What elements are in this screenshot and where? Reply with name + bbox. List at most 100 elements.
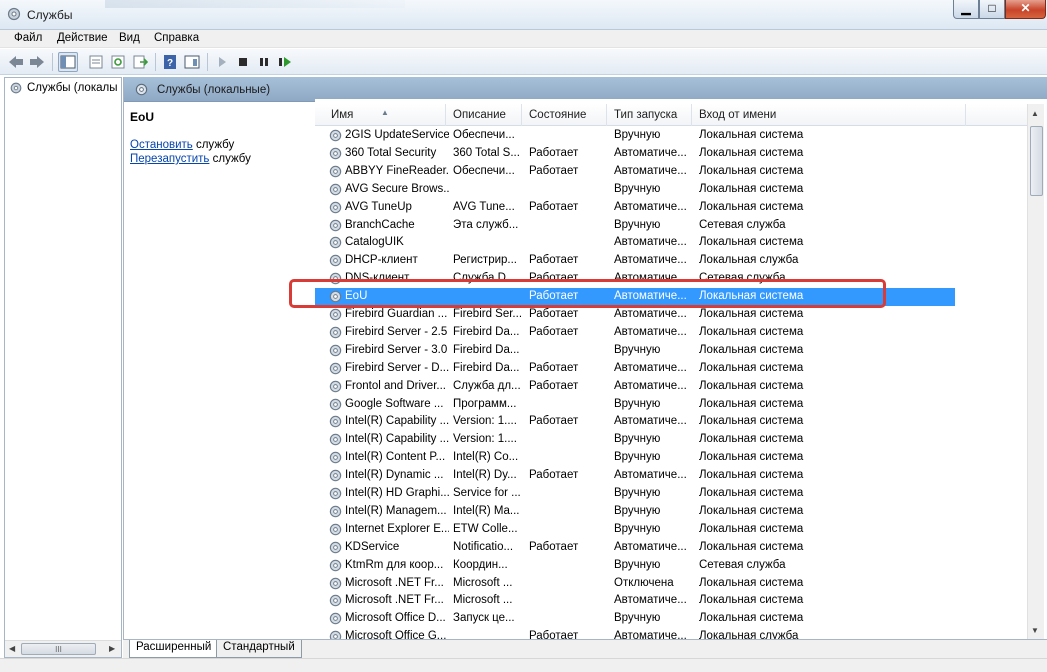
table-row[interactable]: Microsoft .NET Fr... Microsoft ... Отключе… bbox=[315, 575, 1027, 593]
service-description-cell: Intel(R) Dy... bbox=[453, 469, 517, 482]
table-row[interactable]: Firebird Server - 3.0 Firebird Da... Вручн… bbox=[315, 342, 1027, 360]
table-row[interactable]: Intel(R) Capability ... Version: 1.... Вру… bbox=[315, 431, 1027, 449]
table-row[interactable]: AVG Secure Brows... Вручную Локальная сист… bbox=[315, 181, 1027, 199]
service-gear-icon bbox=[328, 629, 343, 639]
service-startup-cell: Вручную bbox=[614, 504, 661, 517]
service-startup-cell: Автоматиче... bbox=[614, 540, 687, 553]
title-ghost-strip bbox=[105, 0, 405, 8]
tab-extended[interactable]: Расширенный bbox=[129, 640, 219, 658]
table-row-selected[interactable]: EoU Работает Автоматиче... Локальная систем… bbox=[315, 288, 955, 307]
list-scroll-thumb[interactable] bbox=[1030, 126, 1043, 196]
menu-file[interactable]: Файл bbox=[9, 31, 47, 45]
column-log-on-as[interactable]: Вход от имени bbox=[692, 104, 966, 126]
back-arrow-icon[interactable] bbox=[6, 52, 26, 72]
service-state-cell: Работает bbox=[529, 308, 579, 320]
export-list-icon[interactable] bbox=[130, 52, 150, 72]
table-row[interactable]: Microsoft .NET Fr... Microsoft ... Автомат… bbox=[315, 592, 1027, 610]
tree-scroll-thumb[interactable]: III bbox=[21, 643, 96, 655]
scroll-up-icon[interactable]: ▲ bbox=[1031, 109, 1039, 118]
console-tree-icon[interactable] bbox=[58, 52, 78, 72]
service-startup-cell: Вручную bbox=[614, 182, 661, 195]
service-logon-cell: Сетевая служба bbox=[699, 272, 786, 285]
service-gear-icon bbox=[328, 450, 343, 465]
service-name-cell: DNS-клиент bbox=[345, 272, 410, 285]
table-row[interactable]: DHCP-клиент Регистрир... Работает Автоматич… bbox=[315, 252, 1027, 270]
service-name-cell: KtmRm для коор... bbox=[345, 558, 444, 571]
service-startup-cell: Вручную bbox=[614, 433, 661, 446]
table-row[interactable]: Firebird Server - 2.5 Firebird Da... Работ… bbox=[315, 324, 1027, 342]
tree-horizontal-scrollbar[interactable]: ◀ III ▶ bbox=[5, 640, 121, 657]
menu-view[interactable]: Вид bbox=[114, 31, 145, 45]
table-row[interactable]: KtmRm для коор... Координ... Вручную Сетева… bbox=[315, 557, 1027, 575]
list-vertical-scrollbar[interactable]: ▲ ▼ bbox=[1027, 104, 1044, 639]
table-row[interactable]: Google Software ... Программ... Вручную Лок… bbox=[315, 396, 1027, 414]
forward-arrow-icon[interactable] bbox=[27, 52, 47, 72]
maximize-button[interactable]: □ bbox=[979, 0, 1005, 19]
table-row[interactable]: Microsoft Office D... Запуск це... Вручную… bbox=[315, 610, 1027, 628]
table-row[interactable]: Intel(R) Managem... Intel(R) Ma... Вручную… bbox=[315, 503, 1027, 521]
service-name-cell: Firebird Server - 3.0 bbox=[345, 343, 448, 356]
minimize-button[interactable]: ▁ bbox=[953, 0, 979, 19]
scroll-left-icon[interactable]: ◀ bbox=[9, 644, 15, 653]
service-description-cell: Intel(R) Co... bbox=[453, 451, 519, 464]
tree-item-services-local[interactable]: Службы (локалы bbox=[9, 81, 117, 95]
help-icon[interactable]: ? bbox=[160, 52, 180, 72]
table-row[interactable]: AVG TuneUp AVG Tune... Работает Автоматиче.… bbox=[315, 199, 1027, 217]
service-state-cell: Работает bbox=[529, 164, 579, 177]
table-row[interactable]: Intel(R) HD Graphi... Service for ... Вруч… bbox=[315, 485, 1027, 503]
scroll-down-icon[interactable]: ▼ bbox=[1031, 626, 1039, 635]
service-name-cell: Microsoft Office D... bbox=[345, 612, 446, 625]
show-hide-icon[interactable] bbox=[182, 52, 202, 72]
service-startup-cell: Автоматиче... bbox=[614, 254, 687, 267]
table-row[interactable]: Intel(R) Dynamic ... Intel(R) Dy... Работа… bbox=[315, 467, 1027, 485]
table-row[interactable]: KDService Notificatio... Работает Автоматич… bbox=[315, 539, 1027, 557]
refresh-icon[interactable] bbox=[108, 52, 128, 72]
stop-service-link[interactable]: Остановить bbox=[130, 139, 193, 151]
column-state[interactable]: Состояние bbox=[522, 104, 607, 126]
column-name[interactable]: Имя ▲ bbox=[315, 104, 446, 126]
tab-standard[interactable]: Стандартный bbox=[216, 640, 302, 658]
service-logon-cell: Локальная система bbox=[699, 379, 804, 392]
service-gear-icon bbox=[328, 397, 343, 412]
menu-help[interactable]: Справка bbox=[149, 31, 204, 45]
service-startup-cell: Вручную bbox=[614, 522, 661, 535]
table-row[interactable]: Microsoft Office G... Работает Автоматиче.… bbox=[315, 628, 1027, 639]
service-logon-cell: Локальная система bbox=[699, 164, 804, 177]
service-name-cell: Frontol and Driver... bbox=[345, 379, 446, 392]
pause-icon[interactable] bbox=[254, 52, 274, 72]
service-gear-icon bbox=[328, 235, 343, 250]
table-row[interactable]: Firebird Guardian ... Firebird Ser... Рабо… bbox=[315, 306, 1027, 324]
service-state-cell: Работает bbox=[529, 272, 579, 285]
close-button[interactable]: ✕ bbox=[1005, 0, 1046, 19]
restart-icon[interactable] bbox=[275, 52, 295, 72]
service-state-cell: Работает bbox=[529, 146, 579, 159]
main-header-title: Службы (локальные) bbox=[157, 84, 271, 96]
table-row[interactable]: DNS-клиент Служба D... Работает Автоматиче.… bbox=[315, 270, 1027, 288]
service-state-cell: Работает bbox=[529, 361, 579, 374]
play-icon[interactable] bbox=[212, 52, 232, 72]
table-row[interactable]: Intel(R) Capability ... Version: 1.... Раб… bbox=[315, 413, 1027, 431]
table-row[interactable]: CatalogUIK Автоматиче... Локальная система bbox=[315, 234, 1027, 252]
table-row[interactable]: Firebird Server - D... Firebird Da... Рабо… bbox=[315, 360, 1027, 378]
menu-action[interactable]: Действие bbox=[52, 31, 113, 45]
service-gear-icon bbox=[328, 379, 343, 394]
restart-service-link[interactable]: Перезапустить bbox=[130, 153, 209, 165]
service-logon-cell: Локальная служба bbox=[699, 630, 799, 639]
table-row[interactable]: ABBYY FineReader... Обеспечи... Работает Ав… bbox=[315, 163, 1027, 181]
column-label: Описание bbox=[453, 109, 506, 121]
service-gear-icon bbox=[328, 361, 343, 376]
table-row[interactable]: Frontol and Driver... Служба дл... Работае… bbox=[315, 378, 1027, 396]
table-row[interactable]: BranchCache Эта служб... Вручную Сетевая сл… bbox=[315, 217, 1027, 235]
scroll-right-icon[interactable]: ▶ bbox=[109, 644, 115, 653]
properties-icon[interactable] bbox=[86, 52, 106, 72]
table-row[interactable]: Intel(R) Content P... Intel(R) Co... Вручн… bbox=[315, 449, 1027, 467]
table-row[interactable]: 360 Total Security 360 Total S... Работает… bbox=[315, 145, 1027, 163]
window-title: Службы bbox=[27, 8, 73, 22]
column-description[interactable]: Описание bbox=[446, 104, 522, 126]
table-row[interactable]: 2GIS UpdateService Обеспечи... Вручную Лока… bbox=[315, 127, 1027, 145]
service-gear-icon bbox=[328, 504, 343, 519]
stop-icon[interactable] bbox=[233, 52, 253, 72]
service-startup-cell: Автоматиче... bbox=[614, 325, 687, 338]
column-startup-type[interactable]: Тип запуска bbox=[607, 104, 692, 126]
table-row[interactable]: Internet Explorer E... ETW Colle... Вручну… bbox=[315, 521, 1027, 539]
